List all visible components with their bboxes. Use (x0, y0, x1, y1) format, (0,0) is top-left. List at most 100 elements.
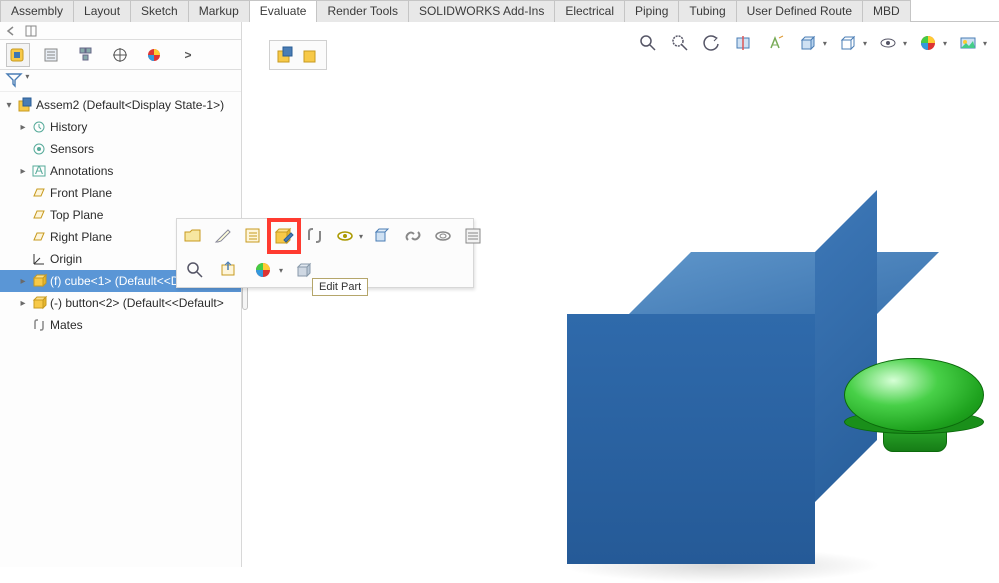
svg-text:A: A (35, 163, 43, 177)
heads-up-mini-toolbar (269, 40, 327, 70)
tab-user-defined-route[interactable]: User Defined Route (736, 0, 863, 22)
tree-root-assembly[interactable]: ▾ Assem2 (Default<Display State-1>) (0, 94, 241, 116)
chevron-down-icon[interactable]: ▾ (863, 39, 867, 48)
context-toolbar-row-1: ▾ (177, 219, 473, 253)
panel-splitter[interactable] (241, 22, 249, 567)
tree-item-button[interactable]: ▸ (-) button<2> (Default<<Default> (0, 292, 241, 314)
insert-mate-icon[interactable] (305, 224, 325, 248)
tab-markup[interactable]: Markup (188, 0, 250, 22)
view-heads-up-toolbar: ▾ ▾ ▾ ▾ ▾ (637, 32, 987, 54)
chevron-down-icon[interactable]: ▾ (359, 232, 363, 241)
part-icon[interactable] (300, 44, 322, 66)
make-virtual-icon[interactable] (243, 224, 263, 248)
dynamic-annotation-icon[interactable] (765, 32, 787, 54)
tree-item-label: Top Plane (50, 208, 103, 222)
tree-root-label: Assem2 (Default<Display State-1>) (36, 98, 224, 112)
cube-top-face[interactable] (629, 252, 939, 314)
edit-sketch-icon[interactable] (213, 224, 233, 248)
show-hidden-icon[interactable] (335, 224, 355, 248)
tree-item-label: Mates (50, 318, 83, 332)
temporary-fix-icon[interactable] (403, 224, 423, 248)
tab-solidworks-addins[interactable]: SOLIDWORKS Add-Ins (408, 0, 555, 22)
edit-appearance-icon[interactable] (917, 32, 939, 54)
chevron-down-icon[interactable]: ▾ (279, 266, 283, 275)
more-tabs-button[interactable]: > (176, 43, 200, 67)
part-icon (30, 272, 48, 290)
chevron-down-icon[interactable]: ▾ (903, 39, 907, 48)
tree-item-mates[interactable]: Mates (0, 314, 241, 336)
appearance-icon[interactable] (251, 258, 275, 282)
open-part-icon[interactable] (183, 224, 203, 248)
chevron-right-icon[interactable]: ▸ (18, 166, 28, 177)
view-orientation-icon[interactable] (797, 32, 819, 54)
chevron-down-icon[interactable]: ▾ (4, 100, 14, 111)
tree-item-label: Sensors (50, 142, 94, 156)
plane-icon (30, 184, 48, 202)
tree-item-annotations[interactable]: ▸ A Annotations (0, 160, 241, 182)
feature-manager-tabstrip: > (0, 40, 241, 70)
feature-tree: ▾ Assem2 (Default<Display State-1>) ▸ Hi… (0, 92, 241, 338)
zoom-area-icon[interactable] (669, 32, 691, 54)
tree-item-label: Front Plane (50, 186, 112, 200)
tab-render-tools[interactable]: Render Tools (316, 0, 409, 22)
cube-front-face[interactable] (567, 314, 815, 564)
feature-tree-tab[interactable] (6, 43, 30, 67)
assembly-icon[interactable] (274, 44, 296, 66)
sensor-icon (30, 140, 48, 158)
feature-manager-top-toolbar (0, 22, 241, 40)
change-transparency-icon[interactable] (373, 224, 393, 248)
tree-item-front-plane[interactable]: Front Plane (0, 182, 241, 204)
part-icon (30, 294, 48, 312)
tab-evaluate[interactable]: Evaluate (249, 0, 318, 22)
configuration-manager-tab[interactable] (74, 43, 98, 67)
tree-item-label: Origin (50, 252, 82, 266)
tree-item-label: (-) button<2> (Default<<Default> (50, 296, 224, 310)
feature-manager-panel: > ▾ ▾ Assem2 (Default<Display State-1>) … (0, 22, 242, 567)
cube-right-face[interactable] (815, 190, 877, 502)
chevron-down-icon[interactable]: ▾ (943, 39, 947, 48)
previous-view-icon[interactable] (701, 32, 723, 54)
chevron-down-icon[interactable]: ▾ (823, 39, 827, 48)
assembly-icon (16, 96, 34, 114)
tab-piping[interactable]: Piping (624, 0, 679, 22)
history-back-icon[interactable] (4, 24, 18, 38)
zoom-to-selection-icon[interactable] (183, 258, 207, 282)
tab-mbd[interactable]: MBD (862, 0, 911, 22)
edit-part-button[interactable] (273, 224, 295, 248)
chevron-right-icon[interactable]: ▸ (18, 298, 28, 309)
tab-electrical[interactable]: Electrical (554, 0, 625, 22)
property-manager-tab[interactable] (40, 43, 64, 67)
dimxpert-manager-tab[interactable] (108, 43, 132, 67)
tree-item-history[interactable]: ▸ History (0, 116, 241, 138)
feature-manager-filter[interactable]: ▾ (0, 70, 241, 92)
chevron-down-icon[interactable]: ▾ (983, 39, 987, 48)
knob-cap[interactable] (844, 358, 984, 432)
tree-item-label: Annotations (50, 164, 113, 178)
annotation-icon: A (30, 162, 48, 180)
tab-layout[interactable]: Layout (73, 0, 131, 22)
display-style-icon[interactable] (837, 32, 859, 54)
origin-icon (30, 250, 48, 268)
tree-item-label: Right Plane (50, 230, 112, 244)
display-manager-tab[interactable] (142, 43, 166, 67)
apply-scene-icon[interactable] (957, 32, 979, 54)
tree-item-sensors[interactable]: Sensors (0, 138, 241, 160)
tab-tubing[interactable]: Tubing (678, 0, 736, 22)
plane-icon (30, 228, 48, 246)
panel-split-icon[interactable] (24, 24, 38, 38)
section-view-icon[interactable] (733, 32, 755, 54)
command-manager-tabs: Assembly Layout Sketch Markup Evaluate R… (0, 0, 999, 22)
tree-item-label: History (50, 120, 87, 134)
zoom-to-fit-icon[interactable] (637, 32, 659, 54)
normal-to-icon[interactable] (217, 258, 241, 282)
plane-icon (30, 206, 48, 224)
hide-show-items-icon[interactable] (877, 32, 899, 54)
tab-assembly[interactable]: Assembly (0, 0, 74, 22)
copy-with-mates-icon[interactable] (433, 224, 453, 248)
tab-sketch[interactable]: Sketch (130, 0, 189, 22)
component-properties-icon[interactable] (463, 224, 483, 248)
chevron-right-icon[interactable]: ▸ (18, 276, 28, 287)
chevron-down-icon: ▾ (25, 72, 29, 81)
chevron-right-icon[interactable]: ▸ (18, 122, 28, 133)
mates-icon (30, 316, 48, 334)
